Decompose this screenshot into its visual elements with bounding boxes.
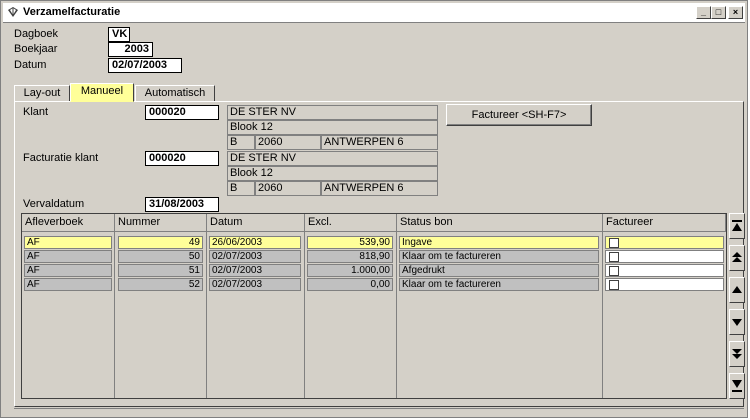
boekjaar-field[interactable]: 2003 — [108, 42, 153, 57]
record-navigation-bar — [729, 213, 745, 399]
factureer-checkbox[interactable] — [609, 266, 619, 276]
cell-afleverboek[interactable]: AF — [24, 236, 112, 249]
column-divider — [206, 232, 207, 398]
cell-nummer[interactable]: 49 — [118, 236, 203, 249]
tab-automatisch[interactable]: Automatisch — [135, 85, 215, 102]
app-icon — [8, 7, 18, 17]
cell-factureer[interactable] — [605, 264, 724, 277]
next-record-icon[interactable] — [729, 309, 745, 335]
column-header-nummer[interactable]: Nummer — [115, 214, 207, 232]
cell-excl[interactable]: 539,90 — [307, 236, 393, 249]
page-up-icon[interactable] — [729, 245, 745, 271]
cell-afleverboek[interactable]: AF — [24, 264, 112, 277]
maximize-button[interactable]: □ — [711, 6, 726, 19]
column-header-status-bon[interactable]: Status bon — [397, 214, 603, 232]
factureer-checkbox[interactable] — [609, 252, 619, 262]
close-button[interactable]: × — [728, 6, 743, 19]
column-divider — [602, 232, 603, 398]
factureer-button[interactable]: Factureer <SH-F7> — [446, 104, 592, 126]
column-header-excl[interactable]: Excl. — [305, 214, 397, 232]
cell-factureer[interactable] — [605, 278, 724, 291]
factureer-checkbox[interactable] — [609, 280, 619, 290]
cell-excl[interactable]: 0,00 — [307, 278, 393, 291]
cell-afleverboek[interactable]: AF — [24, 278, 112, 291]
facturatie-klant-city: ANTWERPEN 6 — [321, 181, 438, 196]
column-divider — [396, 232, 397, 398]
cell-afleverboek[interactable]: AF — [24, 250, 112, 263]
first-record-icon[interactable] — [729, 213, 745, 239]
cell-excl[interactable]: 818,90 — [307, 250, 393, 263]
klant-country: B — [227, 135, 255, 150]
dagboek-field[interactable]: VK — [108, 27, 130, 42]
cell-status[interactable]: Klaar om te factureren — [399, 250, 599, 263]
klant-city: ANTWERPEN 6 — [321, 135, 438, 150]
minimize-button[interactable]: _ — [696, 6, 711, 19]
facturatie-klant-label: Facturatie klant — [23, 152, 99, 164]
cell-nummer[interactable]: 52 — [118, 278, 203, 291]
facturatie-klant-street: Blook 12 — [227, 166, 438, 181]
window-title: Verzamelfacturatie — [23, 6, 121, 18]
vervaldatum-field[interactable]: 31/08/2003 — [145, 197, 219, 212]
tab-lay-out[interactable]: Lay-out — [14, 85, 70, 102]
facturatie-klant-zip: 2060 — [255, 181, 321, 196]
cell-datum[interactable]: 02/07/2003 — [209, 264, 301, 277]
column-divider — [114, 232, 115, 398]
vervaldatum-label: Vervaldatum — [23, 198, 85, 210]
facturatie-klant-name: DE STER NV — [227, 151, 438, 166]
cell-nummer[interactable]: 50 — [118, 250, 203, 263]
column-header-datum[interactable]: Datum — [207, 214, 305, 232]
tab-manueel[interactable]: Manueel — [70, 83, 134, 102]
cell-status[interactable]: Ingave — [399, 236, 599, 249]
status-divider — [14, 408, 744, 415]
column-header-afleverboek[interactable]: Afleverboek — [22, 214, 115, 232]
cell-factureer[interactable] — [605, 236, 724, 249]
cell-factureer[interactable] — [605, 250, 724, 263]
cell-nummer[interactable]: 51 — [118, 264, 203, 277]
facturatie-klant-field[interactable]: 000020 — [145, 151, 219, 166]
cell-datum[interactable]: 02/07/2003 — [209, 278, 301, 291]
facturatie-klant-country: B — [227, 181, 255, 196]
column-divider — [304, 232, 305, 398]
cell-status[interactable]: Afgedrukt — [399, 264, 599, 277]
boekjaar-label: Boekjaar — [14, 43, 58, 55]
klant-label: Klant — [23, 106, 49, 118]
bon-table: Afleverboek Nummer Datum Excl. Status bo… — [21, 213, 727, 399]
factureer-checkbox[interactable] — [609, 238, 619, 248]
datum-label: Datum — [14, 59, 47, 71]
klant-field[interactable]: 000020 — [145, 105, 219, 120]
previous-record-icon[interactable] — [729, 277, 745, 303]
klant-street: Blook 12 — [227, 120, 438, 135]
column-header-factureer[interactable]: Factureer — [603, 214, 726, 232]
main-window: Verzamelfacturatie _ □ × Dagboek VK Boek… — [0, 0, 748, 418]
page-down-icon[interactable] — [729, 341, 745, 367]
datum-field[interactable]: 02/07/2003 — [108, 58, 182, 73]
last-record-icon[interactable] — [729, 373, 745, 399]
cell-datum[interactable]: 26/06/2003 — [209, 236, 301, 249]
dagboek-label: Dagboek — [14, 28, 59, 40]
title-bar: Verzamelfacturatie _ □ × — [3, 3, 745, 23]
klant-name: DE STER NV — [227, 105, 438, 120]
cell-status[interactable]: Klaar om te factureren — [399, 278, 599, 291]
klant-zip: 2060 — [255, 135, 321, 150]
cell-datum[interactable]: 02/07/2003 — [209, 250, 301, 263]
cell-excl[interactable]: 1.000,00 — [307, 264, 393, 277]
